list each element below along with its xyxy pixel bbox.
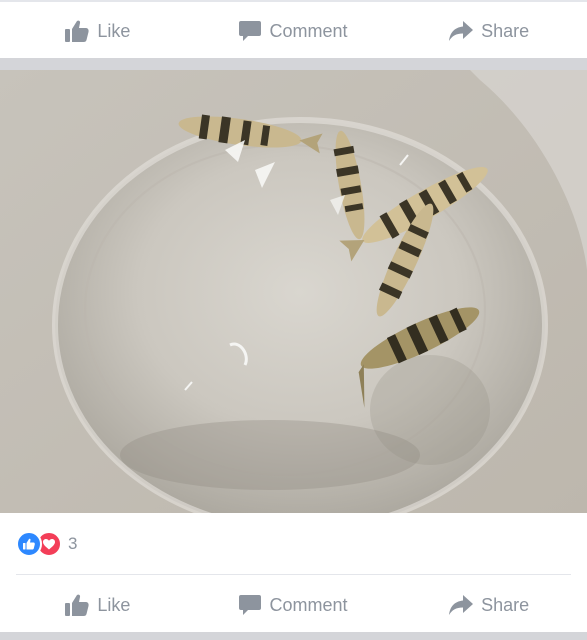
like-label: Like: [97, 20, 131, 41]
divider: [16, 574, 571, 575]
thumbs-up-icon: [65, 594, 89, 616]
comment-icon: [239, 594, 262, 616]
reaction-summary[interactable]: 3: [16, 531, 77, 557]
comment-button[interactable]: Comment: [196, 20, 392, 42]
post-action-bar-bottom: Like Comment Share: [0, 578, 587, 632]
share-button[interactable]: Share: [391, 595, 587, 616]
reaction-count: 3: [68, 534, 78, 553]
like-reaction-icon: [16, 531, 42, 557]
like-label: Like: [97, 594, 131, 615]
share-icon: [449, 21, 474, 41]
feed-separator: [0, 58, 587, 70]
thumbs-up-icon: [65, 20, 89, 42]
comment-button[interactable]: Comment: [196, 594, 392, 616]
comment-icon: [239, 20, 262, 42]
post-photo[interactable]: [0, 70, 587, 513]
share-label: Share: [481, 594, 530, 615]
share-button[interactable]: Share: [391, 21, 587, 42]
like-button[interactable]: Like: [0, 594, 196, 616]
share-icon: [449, 595, 474, 615]
comment-label: Comment: [269, 20, 348, 41]
feed-separator-bottom: [0, 632, 587, 640]
top-border: [0, 0, 587, 2]
like-button[interactable]: Like: [0, 20, 196, 42]
share-label: Share: [481, 20, 530, 41]
comment-label: Comment: [269, 594, 348, 615]
post-action-bar-top: Like Comment Share: [0, 4, 587, 58]
